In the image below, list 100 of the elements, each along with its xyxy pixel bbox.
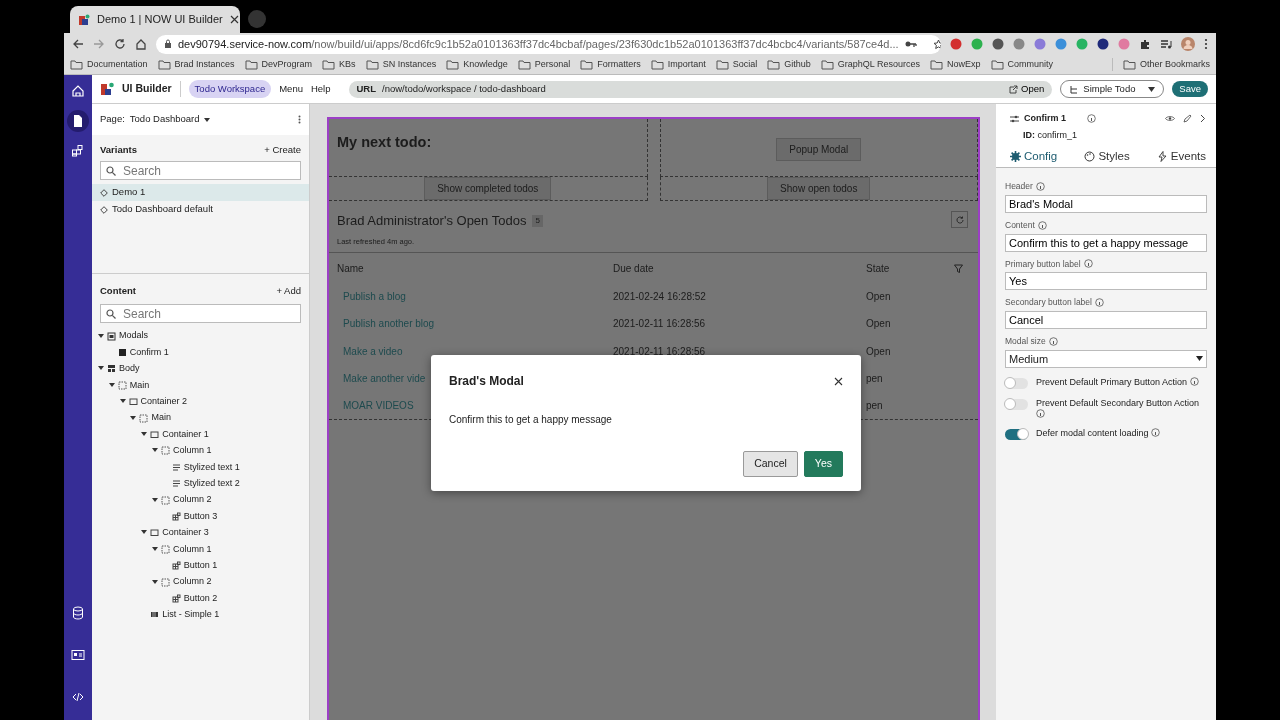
bookmark-link[interactable]: Community bbox=[1007, 57, 1054, 72]
tree-item[interactable]: Container 1 bbox=[162, 427, 209, 442]
input-field[interactable]: Confirm this to get a happy message bbox=[1005, 233, 1207, 252]
media-list-icon[interactable] bbox=[1160, 38, 1172, 50]
key-icon[interactable] bbox=[904, 40, 917, 48]
back-arrow-icon[interactable] bbox=[72, 38, 84, 50]
browser-tab[interactable]: Demo 1 | NOW UI Builder bbox=[70, 6, 240, 33]
table-icon bbox=[150, 610, 160, 620]
workspace-pill[interactable]: Todo Workspace bbox=[188, 79, 272, 99]
bookmark-link[interactable]: Personal bbox=[534, 57, 571, 72]
tree-item[interactable]: Confirm 1 bbox=[129, 345, 169, 360]
bookmark-link[interactable]: Knowledge bbox=[463, 57, 508, 72]
tree-item[interactable]: Column 2 bbox=[173, 575, 212, 589]
caret-down-icon[interactable] bbox=[98, 333, 104, 339]
table-cell: Open bbox=[866, 291, 891, 303]
folder-icon bbox=[1122, 59, 1136, 70]
tree-item[interactable]: Container 2 bbox=[140, 395, 188, 409]
close-icon[interactable] bbox=[834, 377, 843, 387]
modal-icon bbox=[117, 348, 127, 358]
tree-item[interactable]: Stylized text 1 bbox=[183, 460, 240, 475]
tree-item[interactable]: List - Simple 1 bbox=[162, 608, 220, 622]
tree-item[interactable]: Button 3 bbox=[183, 509, 218, 524]
search-field[interactable]: Search bbox=[100, 161, 301, 180]
caret-down-icon[interactable] bbox=[152, 546, 158, 552]
open-button[interactable]: Open bbox=[1009, 81, 1045, 97]
address-bar[interactable]: dev90794.service-now.com/now/build/ui/apps/8cd6fc9c1b52a0101363ff37dc4bcbaf/pages/23f630dc1b52a0101363ff37dc4bcbc4/variants/587ce4d... bbox=[156, 34, 941, 54]
id-card-icon[interactable] bbox=[71, 648, 85, 662]
caret-down-icon[interactable] bbox=[152, 497, 158, 503]
inspector-tab[interactable]: Config bbox=[1010, 146, 1058, 167]
save-button[interactable]: Save bbox=[1172, 80, 1208, 98]
bookmark-link[interactable]: DevProgram bbox=[261, 57, 313, 72]
components-icon[interactable] bbox=[71, 144, 85, 158]
extension-icon[interactable] bbox=[992, 38, 1004, 50]
bookmark-link[interactable]: Important bbox=[667, 57, 706, 72]
tree-item[interactable]: Button 1 bbox=[183, 558, 218, 573]
input-field[interactable]: Cancel bbox=[1005, 311, 1207, 329]
caret-down-icon[interactable] bbox=[152, 448, 158, 454]
star-icon[interactable] bbox=[932, 38, 941, 50]
caret-down-icon[interactable] bbox=[108, 382, 115, 388]
tree-item[interactable]: Container 3 bbox=[162, 526, 209, 540]
caret-down-icon[interactable] bbox=[141, 530, 148, 536]
experience-dropdown[interactable]: Simple Todo bbox=[1060, 80, 1165, 98]
menu-link[interactable]: Help bbox=[310, 81, 331, 97]
tree-item[interactable]: Modals bbox=[119, 329, 148, 343]
bookmark-link[interactable]: Documentation bbox=[87, 57, 148, 72]
tree-item[interactable]: Body bbox=[119, 362, 140, 376]
extension-icon[interactable] bbox=[1097, 38, 1109, 50]
caret-down-icon[interactable] bbox=[119, 399, 126, 405]
bookmark-link[interactable]: Github bbox=[784, 57, 811, 72]
chevron-right-icon[interactable] bbox=[1200, 114, 1206, 124]
caret-down-icon[interactable] bbox=[152, 579, 158, 585]
bookmark-link[interactable]: Other Bookmarks bbox=[1139, 57, 1210, 72]
add-link[interactable]: + Add bbox=[276, 283, 301, 299]
bookmark-link[interactable]: GraphQL Resources bbox=[837, 57, 921, 72]
variant-item[interactable]: Demo 1 bbox=[92, 184, 309, 201]
tree-item[interactable]: Main bbox=[151, 411, 171, 425]
bookmark-link[interactable]: Social bbox=[732, 57, 758, 72]
input-field[interactable]: Brad's Modal bbox=[1005, 194, 1207, 213]
tree-item[interactable]: Column 1 bbox=[173, 444, 212, 458]
tree-item[interactable]: Column 2 bbox=[173, 493, 212, 507]
variant-item[interactable]: Todo Dashboard default bbox=[92, 201, 309, 218]
caret-down-icon[interactable] bbox=[98, 366, 104, 372]
menu-link[interactable]: Menu bbox=[279, 81, 303, 97]
bookmark-link[interactable]: SN Instances bbox=[382, 57, 437, 72]
filter-icon[interactable] bbox=[954, 263, 963, 273]
eye-icon[interactable] bbox=[1165, 115, 1175, 123]
yes-button[interactable]: Yes bbox=[803, 451, 843, 477]
reload-icon[interactable] bbox=[114, 38, 126, 50]
input-field[interactable]: Yes bbox=[1005, 272, 1207, 291]
pencil-icon[interactable] bbox=[1183, 114, 1192, 124]
inspector-tab[interactable]: Events bbox=[1156, 146, 1206, 167]
home-icon[interactable] bbox=[135, 38, 147, 50]
tree-item[interactable]: Button 2 bbox=[183, 591, 218, 606]
kebab-menu-icon[interactable] bbox=[1204, 38, 1208, 50]
tree-item[interactable]: Stylized text 2 bbox=[183, 476, 240, 491]
bookmark-link[interactable]: KBs bbox=[339, 57, 356, 72]
create-link[interactable]: + Create bbox=[264, 142, 301, 158]
inspector-tab[interactable]: Styles bbox=[1084, 146, 1130, 167]
toggle-switch[interactable] bbox=[1005, 398, 1028, 410]
count-badge: 5 bbox=[532, 214, 543, 227]
refresh-button[interactable] bbox=[951, 211, 968, 228]
puzzle-icon[interactable] bbox=[1139, 38, 1151, 50]
bookmark-link[interactable]: NowExp bbox=[947, 57, 981, 72]
page-dropdown[interactable]: Todo Dashboard bbox=[129, 112, 210, 127]
kebab-menu-icon[interactable] bbox=[298, 115, 301, 125]
database-icon[interactable] bbox=[71, 606, 85, 620]
toggle-switch[interactable] bbox=[1005, 377, 1028, 389]
page-icon[interactable] bbox=[71, 114, 85, 128]
search-field[interactable]: Search bbox=[100, 304, 301, 323]
close-icon[interactable] bbox=[229, 15, 239, 24]
bookmark-link[interactable]: Formatters bbox=[597, 57, 641, 72]
bookmark-link[interactable]: Brad Instances bbox=[174, 57, 235, 72]
tree-item[interactable]: Main bbox=[129, 378, 150, 393]
cancel-button[interactable]: Cancel bbox=[743, 451, 798, 477]
select-field[interactable]: Medium bbox=[1005, 349, 1207, 368]
caret-down-icon[interactable] bbox=[141, 432, 148, 438]
tree-item[interactable]: Column 1 bbox=[173, 542, 212, 556]
code-icon[interactable] bbox=[71, 690, 85, 704]
toggle-switch[interactable] bbox=[1005, 429, 1028, 441]
caret-down-icon[interactable] bbox=[130, 415, 137, 421]
